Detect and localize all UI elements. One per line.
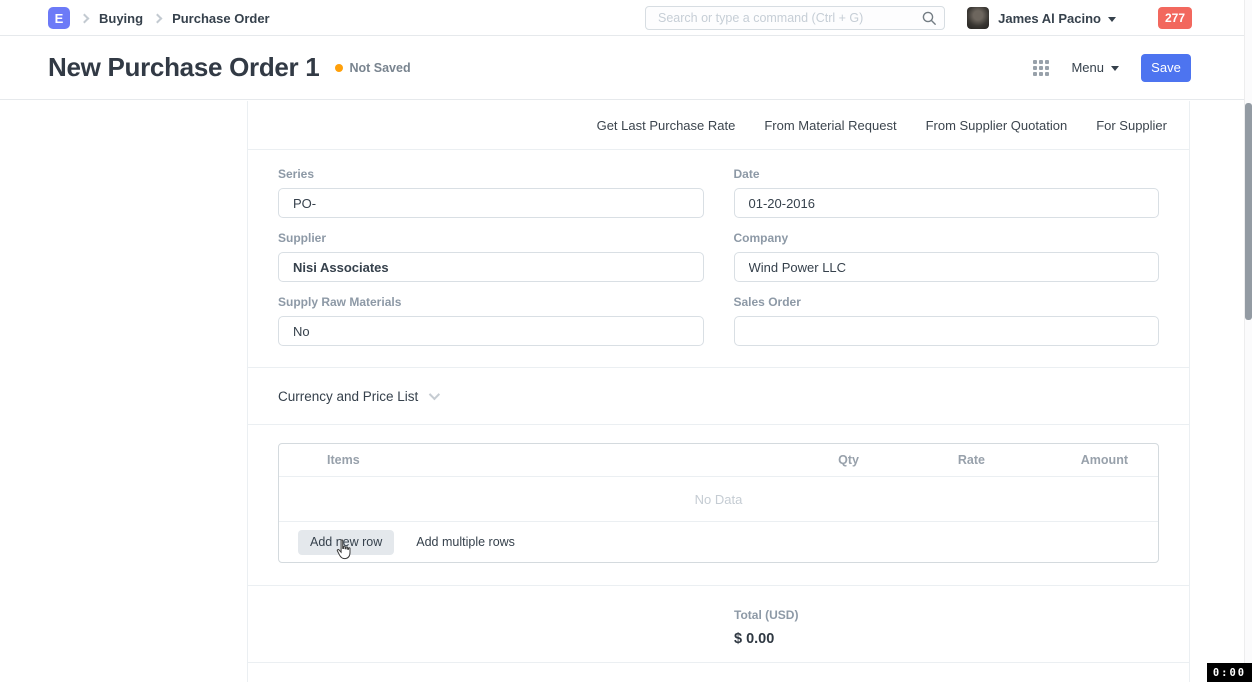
field-date: Date bbox=[734, 167, 1160, 218]
field-label: Sales Order bbox=[734, 295, 1160, 309]
items-section: Items Qty Rate Amount No Data Add new ro… bbox=[248, 425, 1189, 586]
series-input[interactable] bbox=[278, 188, 704, 218]
app-logo[interactable]: E bbox=[48, 7, 70, 29]
supplier-input[interactable] bbox=[278, 252, 704, 282]
field-label: Series bbox=[278, 167, 704, 181]
chevron-right-icon bbox=[80, 13, 90, 23]
items-grid-footer: Add new row Add multiple rows bbox=[279, 522, 1158, 562]
form-fields-section: Series Date Supplier Company Supply Raw … bbox=[248, 150, 1189, 368]
link-get-last-purchase-rate[interactable]: Get Last Purchase Rate bbox=[597, 118, 736, 133]
breadcrumb: E Buying Purchase Order bbox=[48, 0, 270, 36]
total-value: $ 0.00 bbox=[734, 631, 1159, 647]
form-action-links: Get Last Purchase Rate From Material Req… bbox=[248, 101, 1189, 150]
search-icon bbox=[921, 10, 937, 26]
title-wrap: New Purchase Order 1 Not Saved bbox=[48, 52, 411, 83]
scrollbar-thumb[interactable] bbox=[1245, 103, 1252, 320]
column-items: Items bbox=[279, 453, 739, 467]
field-label: Supply Raw Materials bbox=[278, 295, 704, 309]
field-company: Company bbox=[734, 231, 1160, 282]
navbar-user-area: James Al Pacino 277 bbox=[967, 0, 1192, 36]
add-new-row-button[interactable]: Add new row bbox=[298, 530, 394, 555]
field-label: Supplier bbox=[278, 231, 704, 245]
page-title: New Purchase Order 1 bbox=[48, 52, 319, 83]
currency-price-list-section-toggle[interactable]: Currency and Price List bbox=[248, 368, 1189, 425]
total-label: Total (USD) bbox=[734, 608, 1159, 622]
page-scrollbar bbox=[1244, 0, 1252, 682]
apps-grid-icon[interactable] bbox=[1033, 60, 1049, 76]
link-from-material-request[interactable]: From Material Request bbox=[764, 118, 896, 133]
not-saved-dot-icon bbox=[335, 64, 343, 72]
date-input[interactable] bbox=[734, 188, 1160, 218]
column-qty: Qty bbox=[739, 453, 859, 467]
header-actions: Menu Save bbox=[1033, 54, 1191, 82]
column-amount: Amount bbox=[985, 453, 1128, 467]
user-dropdown[interactable]: James Al Pacino bbox=[998, 11, 1116, 26]
save-button[interactable]: Save bbox=[1141, 54, 1191, 82]
user-avatar[interactable] bbox=[967, 7, 989, 29]
field-supply-raw-materials: Supply Raw Materials bbox=[278, 295, 704, 346]
breadcrumb-purchase-order[interactable]: Purchase Order bbox=[172, 11, 270, 26]
link-for-supplier[interactable]: For Supplier bbox=[1096, 118, 1167, 133]
global-search bbox=[645, 6, 945, 30]
status-badge: Not Saved bbox=[349, 61, 410, 75]
chevron-down-icon bbox=[429, 389, 440, 400]
notification-badge[interactable]: 277 bbox=[1158, 7, 1192, 29]
totals-section: Total (USD) $ 0.00 bbox=[248, 586, 1189, 663]
form-body: Get Last Purchase Rate From Material Req… bbox=[247, 101, 1190, 682]
menu-button[interactable]: Menu bbox=[1071, 60, 1119, 75]
link-from-supplier-quotation[interactable]: From Supplier Quotation bbox=[926, 118, 1068, 133]
section-title: Currency and Price List bbox=[278, 389, 418, 404]
navbar: E Buying Purchase Order James Al Pacino … bbox=[0, 0, 1252, 36]
company-input[interactable] bbox=[734, 252, 1160, 282]
column-rate: Rate bbox=[859, 453, 985, 467]
field-label: Date bbox=[734, 167, 1160, 181]
field-supplier: Supplier bbox=[278, 231, 704, 282]
breadcrumb-buying[interactable]: Buying bbox=[99, 11, 143, 26]
supply-raw-materials-input[interactable] bbox=[278, 316, 704, 346]
items-grid-header: Items Qty Rate Amount bbox=[279, 444, 1158, 477]
caret-down-icon bbox=[1108, 17, 1116, 22]
no-data-row: No Data bbox=[279, 477, 1158, 522]
sales-order-input[interactable] bbox=[734, 316, 1160, 346]
field-sales-order: Sales Order bbox=[734, 295, 1160, 346]
search-input[interactable] bbox=[645, 6, 945, 30]
chevron-right-icon bbox=[153, 13, 163, 23]
field-series: Series bbox=[278, 167, 704, 218]
items-grid: Items Qty Rate Amount No Data Add new ro… bbox=[278, 443, 1159, 563]
screen: E Buying Purchase Order James Al Pacino … bbox=[0, 0, 1252, 682]
add-multiple-rows-button[interactable]: Add multiple rows bbox=[416, 535, 515, 549]
field-label: Company bbox=[734, 231, 1160, 245]
caret-down-icon bbox=[1111, 66, 1119, 71]
page-header: New Purchase Order 1 Not Saved Menu Save bbox=[0, 36, 1252, 100]
recording-timer: 0:00 bbox=[1207, 663, 1252, 682]
